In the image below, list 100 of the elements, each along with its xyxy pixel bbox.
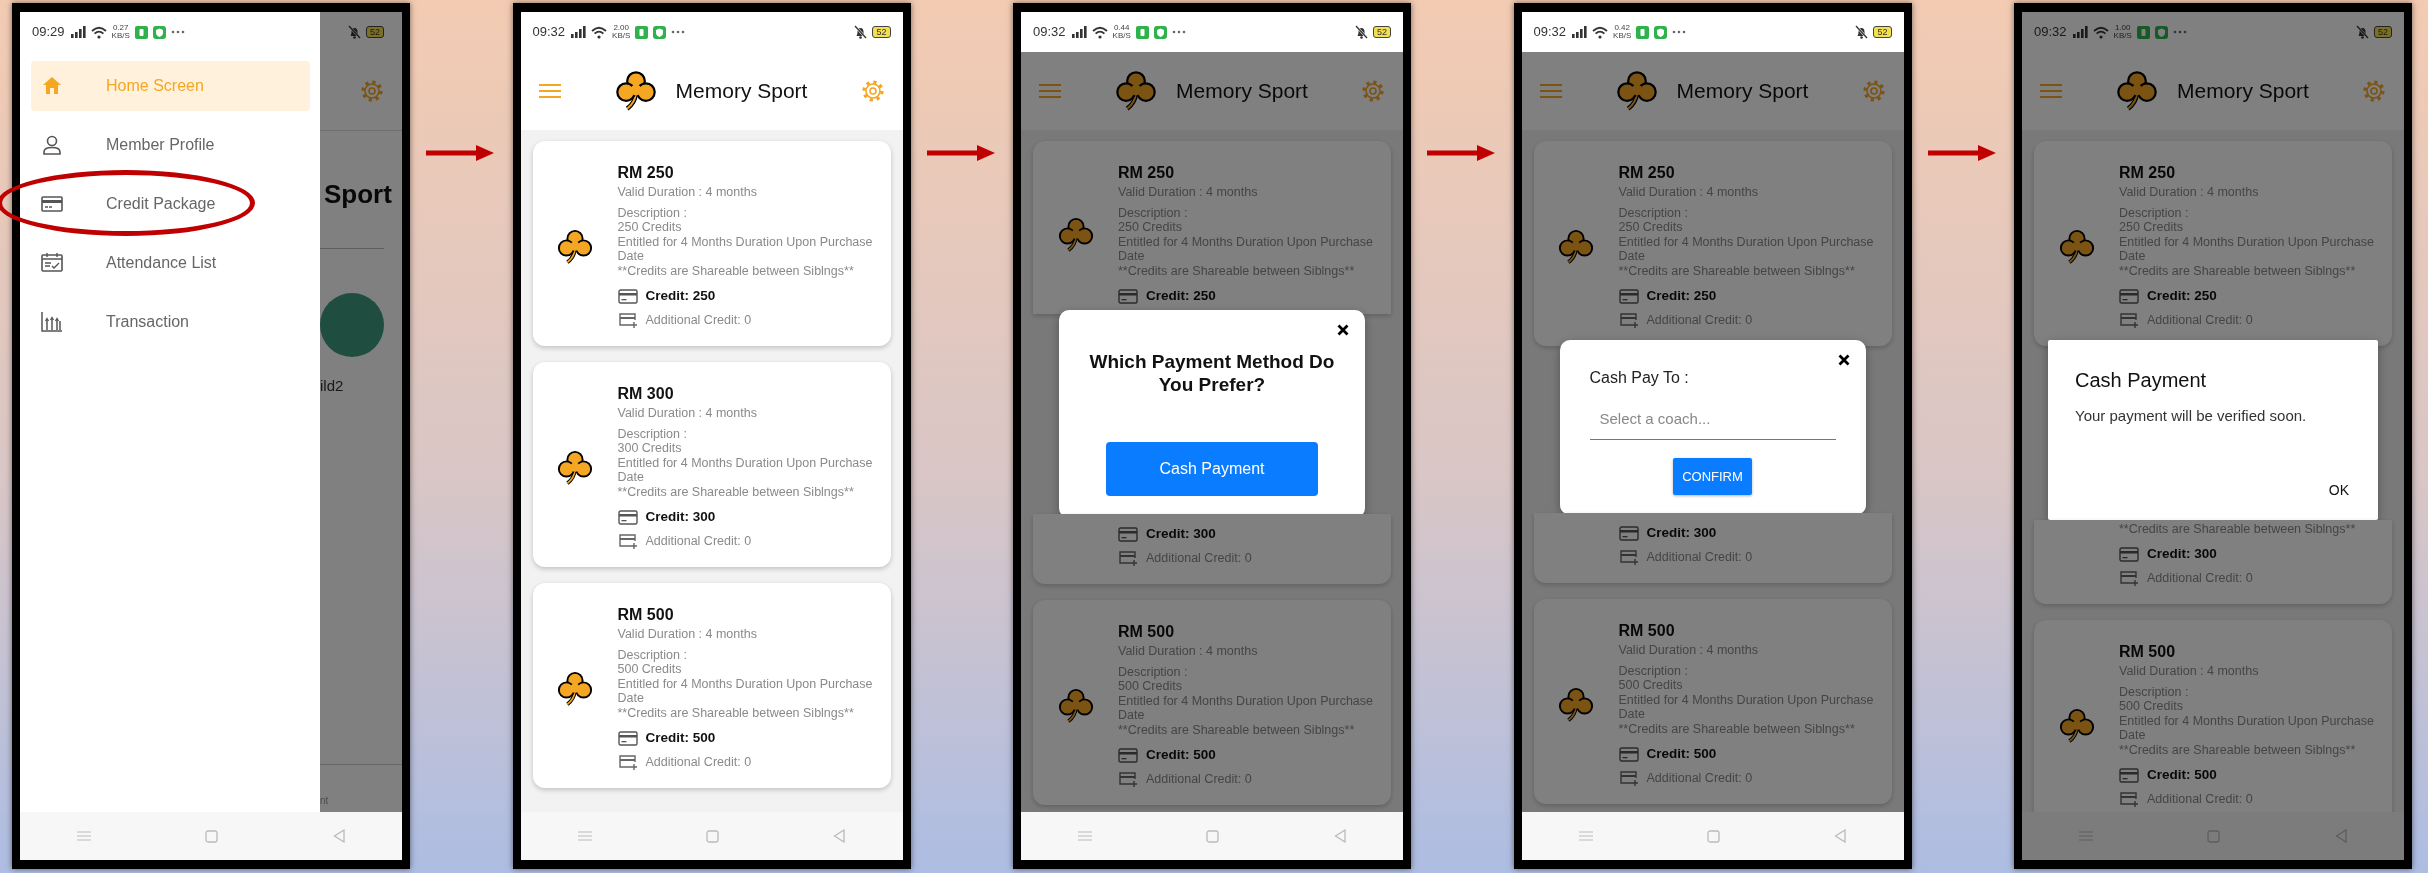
card-plus-icon [1618, 770, 1639, 786]
package-duration: Valid Duration : 4 months [1618, 643, 1759, 658]
description-line: **Credits are Shareable between Siblngs** [617, 484, 855, 499]
credit-amount: Credit: 300 [1146, 524, 1216, 543]
app-notification-icon [635, 25, 649, 39]
credit-amount: Credit: 250 [1146, 286, 1216, 305]
card-plus-icon [617, 754, 638, 770]
package-price: RM 250 [1118, 163, 1176, 183]
speed-unit: KB/S [2113, 32, 2132, 40]
back-icon[interactable] [332, 829, 345, 843]
back-icon[interactable] [833, 829, 846, 843]
package-card[interactable]: RM 500 Valid Duration : 4 months Description : 500 Credits Entitled for 4 Months Duration Upon Purchase Date **Credits are Shareable between Siblngs** Credit: 500 Additional Credit: 0 [2034, 620, 2392, 812]
menu-icon[interactable] [1078, 831, 1093, 841]
home-square-icon[interactable] [2207, 829, 2221, 843]
clover-icon [1056, 686, 1095, 725]
description-line: 500 Credits [2119, 699, 2184, 714]
network-speed: 1.00 [2114, 24, 2131, 32]
credit-amount: Credit: 500 [1146, 745, 1216, 764]
bell-off-icon [854, 25, 868, 39]
package-card[interactable]: RM 500 Valid Duration : 4 months Description : 500 Credits Entitled for 4 Months Duration Upon Purchase Date **Credits are Shareable between Siblngs** Credit: 500 Additional Credit: 0 [532, 583, 891, 788]
menu-icon[interactable] [538, 83, 561, 99]
package-card[interactable]: RM 250 Valid Duration : 4 months Description : 250 Credits Entitled for 4 Months Duration Upon Purchase Date **Credits are Shareable between Siblngs** Credit: 250 Additional Credit: 0 [1533, 141, 1892, 346]
wifi-icon [1592, 25, 1609, 39]
status-time: 09:32 [2034, 23, 2067, 42]
menu-icon[interactable] [1539, 83, 1562, 99]
credit-amount: Credit: 300 [1646, 523, 1717, 542]
package-duration: Valid Duration : 4 months [2119, 664, 2260, 679]
clover-icon [556, 669, 594, 708]
credit-amount: Credit: 300 [2147, 544, 2217, 563]
clover-icon [2115, 69, 2160, 113]
person-icon [40, 133, 64, 157]
back-icon[interactable] [1333, 829, 1346, 843]
bell-off-icon [2356, 25, 2369, 39]
shield-notification-icon [152, 25, 166, 39]
home-square-icon[interactable] [1206, 829, 1220, 843]
settings-icon[interactable] [1361, 79, 1385, 103]
description-label: Description : [1618, 663, 1689, 678]
package-card[interactable]: RM 300 Valid Duration : 4 months Description : 300 Credits Entitled for 4 Months Duration Upon Purchase Date **Credits are Shareable between Siblngs** Credit: 300 Additional Credit: 0 [532, 362, 891, 567]
clover-icon [613, 69, 658, 113]
close-button[interactable] [1335, 322, 1351, 338]
home-square-icon[interactable] [706, 829, 719, 843]
back-icon[interactable] [2334, 829, 2347, 843]
package-card[interactable]: RM 250 Valid Duration : 4 months Description : 250 Credits Entitled for 4 Months Duration Upon Purchase Date **Credits are Shareable between Siblngs** Credit: 250 [1033, 141, 1391, 314]
app-title: Memory Sport [675, 78, 808, 105]
cash-payment-button[interactable]: Cash Payment [1106, 442, 1318, 496]
back-icon[interactable] [1834, 829, 1847, 843]
screen-title-fragment: Sport [324, 178, 393, 211]
package-card[interactable]: RM 250 Valid Duration : 4 months Description : 250 Credits Entitled for 4 Months Duration Upon Purchase Date **Credits are Shareable between Siblngs** Credit: 250 Additional Credit: 0 [532, 141, 891, 346]
additional-credit: Additional Credit: 0 [2147, 791, 2253, 807]
description-line: **Credits are Shareable between Siblngs** [1618, 263, 1856, 278]
package-card[interactable]: Credit: 300 Additional Credit: 0 [1533, 513, 1892, 583]
settings-icon[interactable] [360, 79, 384, 103]
bell-off-icon [1355, 25, 1368, 39]
drawer-menu-item[interactable]: Transaction [31, 297, 310, 347]
package-card[interactable]: RM 250 Valid Duration : 4 months Description : 250 Credits Entitled for 4 Months Duration Upon Purchase Date **Credits are Shareable between Siblngs** Credit: 250 Additional Credit: 0 [2034, 141, 2392, 346]
clover-icon [1557, 227, 1595, 266]
settings-icon[interactable] [2362, 79, 2386, 103]
menu-icon[interactable] [77, 831, 92, 841]
description-line: Entitled for 4 Months Duration Upon Purchase Date [1118, 693, 1374, 723]
status-time: 09:32 [1033, 23, 1066, 42]
clover-icon [2057, 706, 2096, 745]
description-line: **Credits are Shareable between Siblngs** [1118, 263, 1356, 278]
field-label: Cash Pay To : [1589, 368, 1690, 388]
package-price: RM 250 [617, 163, 675, 183]
description-line: 300 Credits [617, 441, 683, 456]
network-speed: 2.00 [613, 24, 629, 32]
package-card[interactable]: RM 500 Valid Duration : 4 months Description : 500 Credits Entitled for 4 Months Duration Upon Purchase Date **Credits are Shareable between Siblngs** Credit: 500 Additional Credit: 0 [1533, 599, 1892, 804]
more-icon [1171, 30, 1186, 34]
shield-notification-icon [653, 25, 667, 39]
drawer-menu-item[interactable]: Credit Package [31, 179, 310, 229]
signal-icon [2071, 26, 2088, 38]
settings-icon[interactable] [860, 79, 885, 103]
description-line: 250 Credits [1618, 220, 1684, 235]
settings-icon[interactable] [1861, 79, 1886, 103]
menu-icon[interactable] [1578, 831, 1593, 841]
ok-button[interactable]: OK [2326, 475, 2351, 505]
description-line: 500 Credits [617, 662, 683, 677]
description-line: **Credits are Shareable between Siblngs** [2119, 521, 2357, 536]
confirm-button[interactable]: CONFIRM [1673, 457, 1752, 495]
package-card[interactable]: **Credits are Shareable between Siblngs** Credit: 300 Additional Credit: 0 [2034, 519, 2392, 604]
menu-icon[interactable] [1039, 83, 1061, 99]
description-label: Description : [2119, 205, 2190, 220]
package-card[interactable]: RM 500 Valid Duration : 4 months Description : 500 Credits Entitled for 4 Months Duration Upon Purchase Date **Credits are Shareable between Siblngs** Credit: 500 Additional Credit: 0 [1033, 600, 1391, 805]
package-card[interactable]: Credit: 300 Additional Credit: 0 [1033, 514, 1391, 584]
home-square-icon[interactable] [1707, 829, 1720, 843]
drawer-menu-item[interactable]: Member Profile [31, 120, 310, 170]
menu-icon[interactable] [2040, 83, 2062, 99]
flow-arrow [1927, 143, 1998, 163]
menu-icon[interactable] [577, 831, 592, 841]
credit-card-icon [1618, 746, 1639, 762]
description-label: Description : [2119, 684, 2190, 699]
close-icon [1837, 354, 1850, 366]
card-plus-icon [1618, 312, 1639, 328]
speed-unit: KB/S [111, 32, 130, 40]
clover-icon [1056, 215, 1095, 254]
description-line: **Credits are Shareable between Siblngs** [1118, 722, 1356, 737]
home-square-icon[interactable] [205, 829, 219, 843]
package-price: RM 500 [1618, 621, 1676, 641]
drawer-menu-item[interactable]: Attendance List [31, 238, 310, 288]
credit-amount: Credit: 250 [645, 286, 716, 305]
